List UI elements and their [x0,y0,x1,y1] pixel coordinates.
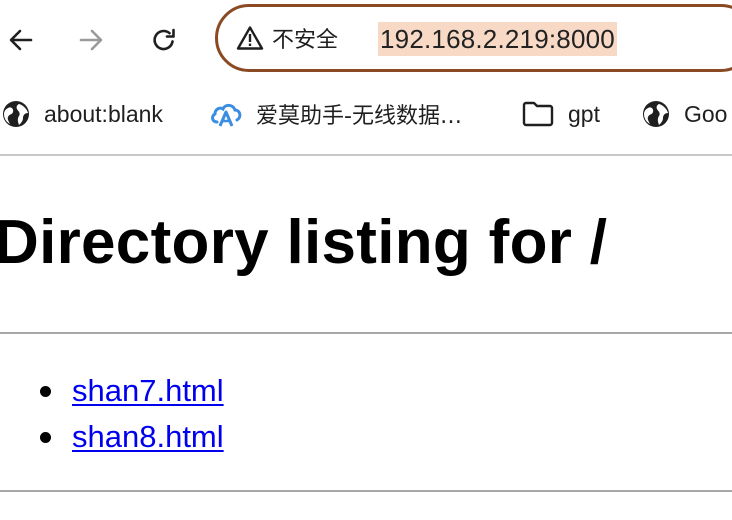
cloud-logo-icon [211,103,242,127]
reload-icon [153,28,175,51]
horizontal-rule [0,490,732,492]
forward-button[interactable] [73,22,109,58]
list-item: shan8.html [0,414,224,460]
globe-icon [3,101,29,127]
address-bar[interactable]: 不安全 192.168.2.219:8000 [215,4,732,72]
url-text[interactable]: 192.168.2.219:8000 [378,22,617,56]
bookmarks-bar: about:blank 爱莫助手-无线数据… gpt Goo [0,86,732,142]
globe-icon [643,101,669,127]
bookmark-aimo-assistant[interactable]: 爱莫助手-无线数据… [210,96,462,132]
arrow-left-icon [9,29,33,51]
reload-button[interactable] [146,22,182,58]
toolbar-divider [0,154,732,156]
bullet-icon [40,432,51,443]
list-item: shan7.html [0,368,224,414]
back-button[interactable] [3,22,39,58]
folder-icon [522,101,554,127]
bookmark-google[interactable]: Goo [642,96,727,132]
bookmark-folder-gpt[interactable]: gpt [522,96,600,132]
security-label: 不安全 [272,28,339,53]
warning-triangle-icon [236,26,264,50]
bookmark-label: 爱莫助手-无线数据… [256,104,462,129]
file-link-shan8[interactable]: shan8.html [72,419,224,454]
bullet-icon [40,386,51,397]
horizontal-rule [0,332,732,334]
bookmark-label: gpt [568,100,600,127]
file-list: shan7.html shan8.html [0,368,224,460]
bookmark-about-blank[interactable]: about:blank [2,96,163,132]
bookmark-label: Goo [684,100,728,127]
page-title: Directory listing for / [0,208,608,277]
file-link-shan7[interactable]: shan7.html [72,373,224,408]
bookmark-label: about:blank [44,100,163,127]
security-indicator[interactable]: 不安全 [236,21,338,55]
browser-toolbar: 不安全 192.168.2.219:8000 [0,0,732,80]
arrow-right-icon [79,29,103,51]
